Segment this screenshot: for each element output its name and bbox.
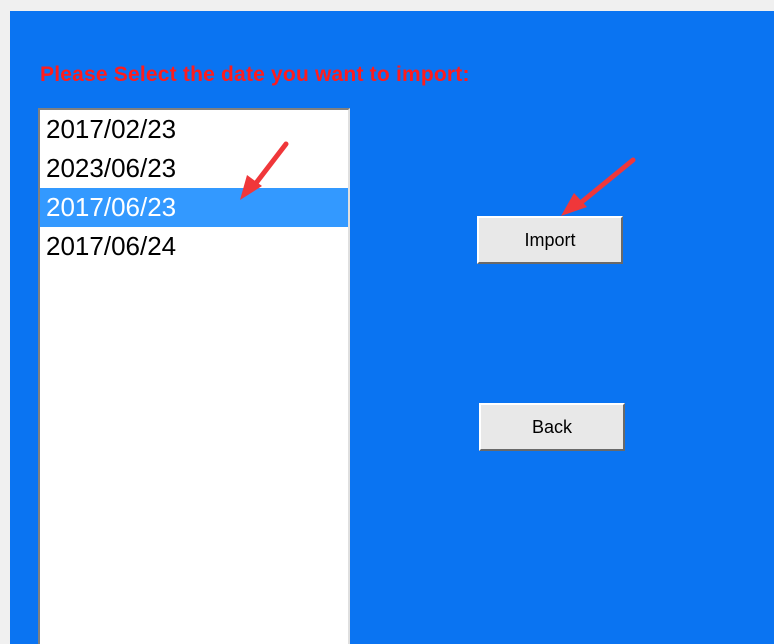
select-date-prompt: Please Select the date you want to impor… <box>40 63 470 86</box>
window-left-edge <box>0 11 10 644</box>
date-list-item[interactable]: 2017/06/24 <box>40 227 348 266</box>
date-listbox[interactable]: 2017/02/23 2023/06/23 2017/06/23 2017/06… <box>38 108 350 644</box>
window-top-edge <box>0 0 774 11</box>
date-list-item[interactable]: 2023/06/23 <box>40 149 348 188</box>
import-button[interactable]: Import <box>477 216 623 264</box>
date-list-item[interactable]: 2017/02/23 <box>40 110 348 149</box>
date-list-item-selected[interactable]: 2017/06/23 <box>40 188 348 227</box>
back-button[interactable]: Back <box>479 403 625 451</box>
